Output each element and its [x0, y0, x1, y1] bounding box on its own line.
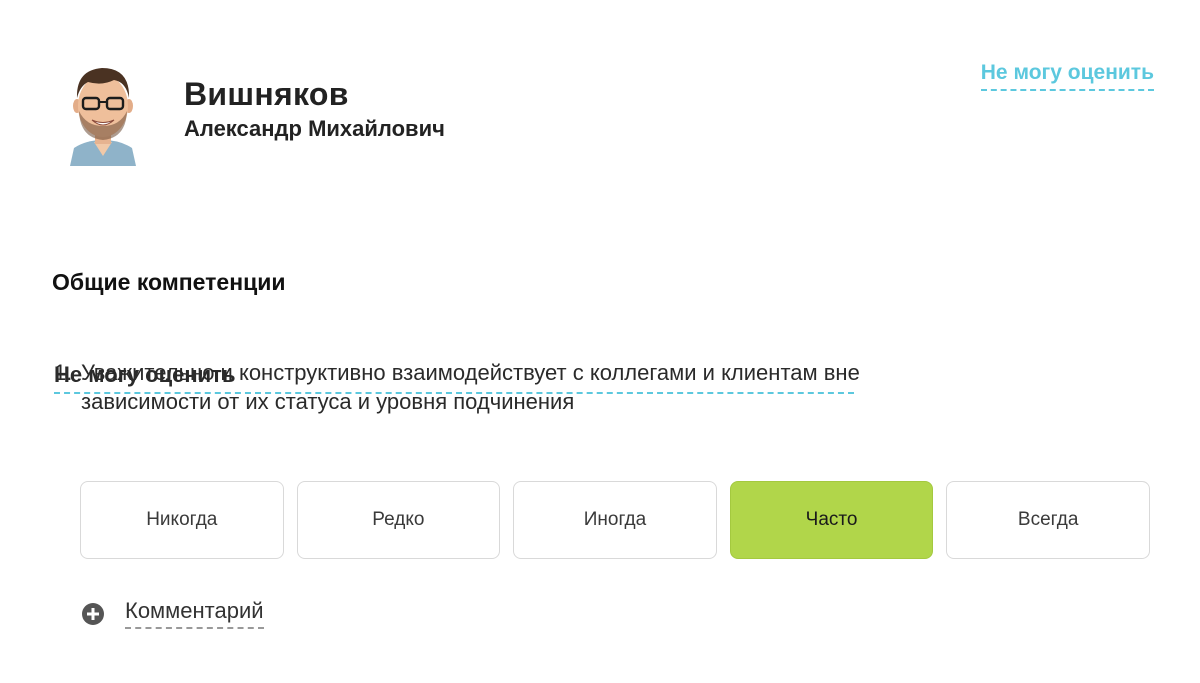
- section-title: Общие компетенции: [52, 269, 286, 295]
- comment-label: Комментарий: [125, 598, 264, 629]
- person-last-name: Вишняков: [184, 76, 349, 112]
- add-comment-button[interactable]: Комментарий: [82, 598, 264, 629]
- rating-options: Никогда Редко Иногда Часто Всегда: [80, 481, 1150, 561]
- person-first-middle-name: Александр Михайлович: [184, 116, 445, 141]
- option-rarely[interactable]: Редко: [296, 481, 501, 559]
- option-sometimes[interactable]: Иногда: [513, 481, 717, 559]
- cant-rate-person-link[interactable]: Не могу оценить: [980, 60, 1154, 91]
- option-never[interactable]: Никогда: [80, 481, 284, 559]
- person-name: Вишняков Александр Михайлович: [184, 74, 445, 144]
- option-often[interactable]: Часто: [729, 481, 934, 559]
- avatar-photo: [70, 68, 136, 166]
- cant-rate-question-link[interactable]: Не могу оценить: [54, 360, 854, 394]
- plus-circle-icon: [82, 602, 104, 625]
- avatar: [68, 56, 138, 166]
- option-always[interactable]: Всегда: [946, 481, 1150, 559]
